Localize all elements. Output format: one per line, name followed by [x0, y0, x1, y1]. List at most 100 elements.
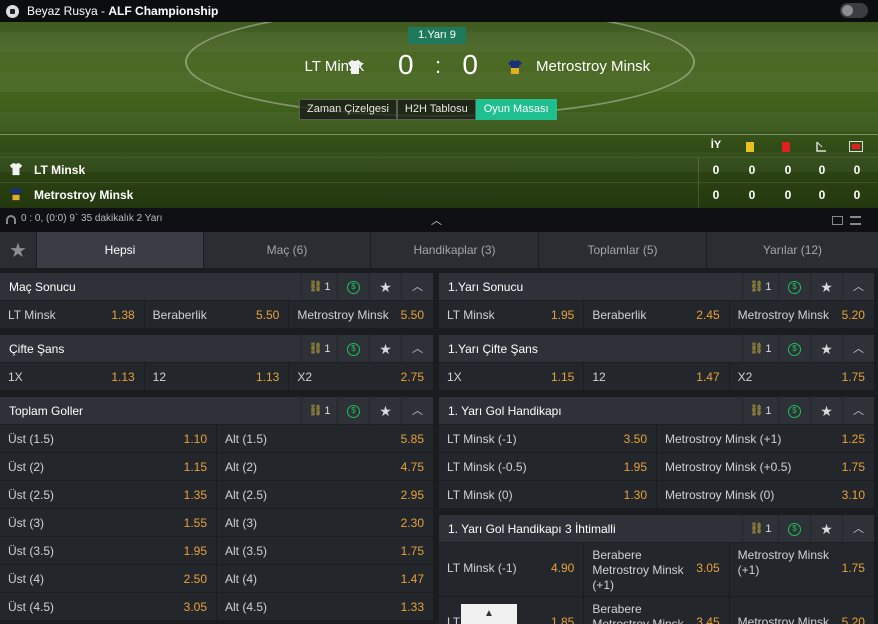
odds-cell[interactable]: Alt (2.5) 2.95	[217, 481, 433, 508]
odds-value: 1.85	[550, 615, 575, 624]
home-shirt-icon	[348, 60, 362, 74]
odds-value: 3.50	[623, 432, 647, 446]
odds-cell[interactable]: Metrostroy Minsk (+1) 1.75	[730, 543, 874, 596]
odds-cell[interactable]: Beraberlik 2.45	[584, 301, 730, 328]
link-count[interactable]: ⛓ 1	[742, 397, 778, 425]
cashout-button[interactable]: $	[778, 335, 810, 363]
odds-cell[interactable]: Metrostroy Minsk 5.50	[289, 301, 433, 328]
odds-cell[interactable]: Alt (4) 1.47	[217, 565, 433, 592]
odds-cell[interactable]: X2 1.75	[730, 363, 874, 390]
odds-cell[interactable]: Üst (2.5) 1.35	[0, 481, 217, 508]
odds-cell[interactable]: Metrostroy Minsk 5.20	[730, 301, 874, 328]
odds-cell[interactable]: 1X 1.15	[439, 363, 585, 390]
favorite-button[interactable]: ★	[369, 397, 401, 425]
collapse-button[interactable]: ︿	[401, 273, 433, 301]
odds-cell[interactable]: X2 2.75	[289, 363, 433, 390]
odds-cell[interactable]: Alt (3) 2.30	[217, 509, 433, 536]
tab-h2h[interactable]: H2H Tablosu	[396, 99, 476, 120]
odds-cell[interactable]: Üst (2) 1.15	[0, 453, 217, 480]
odds-cell[interactable]: Beraberlik 5.50	[145, 301, 290, 328]
market-header[interactable]: Çifte Şans ⛓ 1 $ ★ ︿	[0, 335, 433, 363]
link-count-value: 1	[765, 343, 772, 355]
tab-halves[interactable]: Yarılar (12)	[707, 232, 878, 268]
odds-cell[interactable]: Alt (1.5) 5.85	[217, 425, 433, 452]
favorite-button[interactable]: ★	[810, 397, 842, 425]
odds-cell[interactable]: Alt (2) 4.75	[217, 453, 433, 480]
odds-cell[interactable]: Üst (1.5) 1.10	[0, 425, 217, 452]
cashout-button[interactable]: $	[778, 273, 810, 301]
odds-cell[interactable]: Alt (4.5) 1.33	[217, 593, 433, 620]
tab-match[interactable]: Maç (6)	[204, 232, 371, 268]
favorite-button[interactable]: ★	[369, 273, 401, 301]
grid-view-icon[interactable]	[832, 216, 843, 225]
favorites-star-icon[interactable]: ★	[0, 232, 37, 268]
market-header[interactable]: 1.Yarı Çifte Şans ⛓ 1 $ ★ ︿	[439, 335, 874, 363]
link-count[interactable]: ⛓ 1	[742, 273, 778, 301]
link-count[interactable]: ⛓ 1	[742, 335, 778, 363]
odds-cell[interactable]: 12 1.13	[145, 363, 290, 390]
odds-cell[interactable]: Üst (4.5) 3.05	[0, 593, 217, 620]
tab-all[interactable]: Hepsi	[37, 232, 204, 268]
odds-value: 1.10	[183, 432, 207, 446]
tab-game-table[interactable]: Oyun Masası	[475, 99, 557, 120]
cashout-button[interactable]: $	[337, 273, 369, 301]
favorite-button[interactable]: ★	[810, 335, 842, 363]
favorite-button[interactable]: ★	[810, 515, 842, 543]
scroll-top-button[interactable]: ▲	[461, 604, 517, 624]
tab-timeline[interactable]: Zaman Çizelgesi	[299, 99, 397, 120]
cashout-button[interactable]: $	[778, 397, 810, 425]
link-count[interactable]: ⛓ 1	[742, 515, 778, 543]
market-header[interactable]: 1.Yarı Sonucu ⛓ 1 $ ★ ︿	[439, 273, 874, 301]
collapse-button[interactable]: ︿	[842, 335, 874, 363]
collapse-button[interactable]: ︿	[842, 273, 874, 301]
market-header[interactable]: Toplam Goller ⛓ 1 $ ★ ︿	[0, 397, 433, 425]
odds-cell[interactable]: Üst (3.5) 1.95	[0, 537, 217, 564]
collapse-button[interactable]: ︿	[842, 397, 874, 425]
odds-cell[interactable]: Alt (3.5) 1.75	[217, 537, 433, 564]
odds-cell[interactable]: Berabere Metrostroy Minsk (+1) 3.05	[584, 543, 730, 596]
link-count[interactable]: ⛓ 1	[301, 273, 337, 301]
tab-handicaps[interactable]: Handikaplar (3)	[371, 232, 539, 268]
cashout-button[interactable]: $	[778, 515, 810, 543]
cashout-icon: $	[788, 280, 801, 294]
link-count[interactable]: ⛓ 1	[301, 335, 337, 363]
cashout-button[interactable]: $	[337, 397, 369, 425]
collapse-button[interactable]: ︿	[842, 515, 874, 543]
away-team-name: Metrostroy Minsk	[536, 58, 651, 75]
list-view-icon[interactable]	[850, 216, 861, 225]
market-header[interactable]: Maç Sonucu ⛓ 1 $ ★ ︿	[0, 273, 433, 301]
collapse-caret-icon[interactable]: ︿	[431, 212, 442, 228]
odds-label: LT Minsk (-1)	[447, 561, 517, 575]
collapse-button[interactable]: ︿	[401, 397, 433, 425]
odds-cell[interactable]: Metrostroy Minsk (+0.5) 1.75	[657, 453, 874, 480]
home-shirt-icon	[9, 162, 23, 176]
odds-cell[interactable]: LT Minsk (-1) 4.90	[439, 543, 585, 596]
collapse-button[interactable]: ︿	[401, 335, 433, 363]
odds-cell[interactable]: LT Minsk (-1) 3.50	[439, 425, 657, 452]
market-header[interactable]: 1. Yarı Gol Handikapı 3 İhtimalli ⛓ 1 $ ★ ︿	[439, 515, 874, 543]
theme-toggle[interactable]	[840, 3, 868, 18]
market-header[interactable]: 1. Yarı Gol Handikapı ⛓ 1 $ ★ ︿	[439, 397, 874, 425]
cashout-button[interactable]: $	[337, 335, 369, 363]
link-count[interactable]: ⛓ 1	[301, 397, 337, 425]
odds-cell[interactable]: Metrostroy Minsk (0) 3.10	[657, 481, 874, 508]
odds-cell[interactable]: LT Minsk (-0.5) 1.95	[439, 453, 657, 480]
odds-label: Alt (2.5)	[225, 488, 268, 502]
home-score: 0	[398, 49, 414, 80]
odds-cell[interactable]: Berabere Metrostroy Minsk 3.45	[584, 597, 730, 624]
odds-cell[interactable]: Metrostroy Minsk (+1) 1.25	[657, 425, 874, 452]
odds-cell[interactable]: LT Minsk 1.95	[439, 301, 585, 328]
tab-totals[interactable]: Toplamlar (5)	[539, 232, 707, 268]
favorite-button[interactable]: ★	[369, 335, 401, 363]
odds-cell[interactable]: LT Minsk (0) 1.30	[439, 481, 657, 508]
odds-cell[interactable]: Üst (4) 2.50	[0, 565, 217, 592]
red-card-icon	[782, 142, 790, 152]
odds-row: LT Minsk 1.38 Beraberlik 5.50 Metrostroy Min…	[0, 301, 433, 329]
odds-cell[interactable]: Metrostroy Minsk 5.20	[730, 597, 874, 624]
odds-cell[interactable]: LT Minsk 1.38	[0, 301, 145, 328]
odds-cell[interactable]: 1X 1.13	[0, 363, 145, 390]
favorite-button[interactable]: ★	[810, 273, 842, 301]
odds-cell[interactable]: 12 1.47	[584, 363, 730, 390]
odds-cell[interactable]: Üst (3) 1.55	[0, 509, 217, 536]
link-count-value: 1	[324, 281, 331, 293]
